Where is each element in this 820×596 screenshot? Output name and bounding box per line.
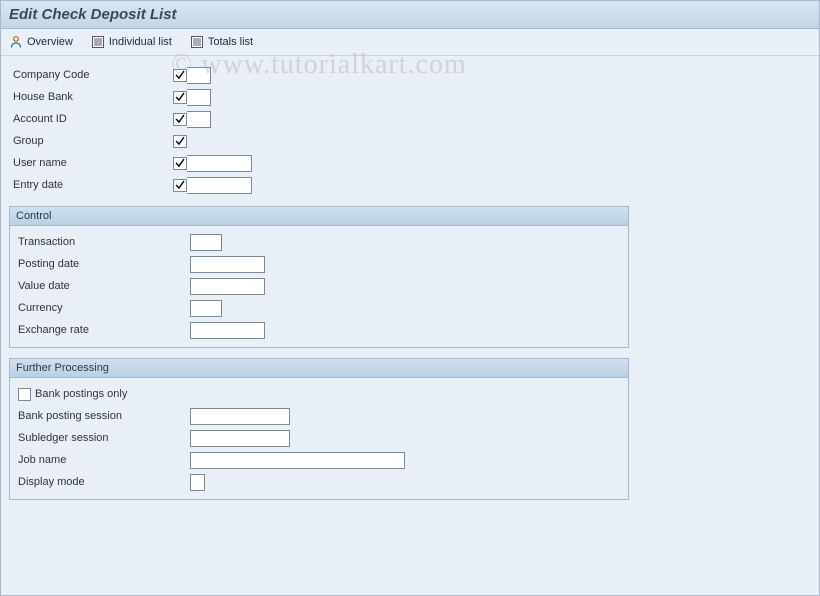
subledger-session-row: Subledger session [14,427,624,449]
bank-postings-only-row: Bank postings only [14,383,624,405]
group-label: Group [13,135,173,147]
exchange-rate-row: Exchange rate [14,319,624,341]
display-mode-input[interactable] [190,474,205,491]
bank-posting-session-label: Bank posting session [18,410,190,422]
posting-date-input[interactable] [190,256,265,273]
user-name-row: User name [9,152,811,174]
currency-input[interactable] [190,300,222,317]
page-title: Edit Check Deposit List [9,6,177,23]
title-bar: Edit Check Deposit List [1,1,819,29]
transaction-input[interactable] [190,234,222,251]
display-mode-row: Display mode [14,471,624,493]
control-group: Control Transaction Posting date Value d… [9,206,629,348]
company-code-input[interactable] [187,67,211,84]
exchange-rate-label: Exchange rate [18,324,190,336]
individual-list-button[interactable]: Individual list [91,35,172,49]
bank-postings-only-label: Bank postings only [35,388,127,400]
account-id-input[interactable] [187,111,211,128]
house-bank-row: House Bank [9,86,811,108]
overview-label: Overview [27,36,73,48]
display-mode-label: Display mode [18,476,190,488]
person-icon [9,35,23,49]
entry-date-row: Entry date [9,174,811,196]
account-id-row: Account ID [9,108,811,130]
company-code-checkbox[interactable] [173,69,187,82]
value-date-row: Value date [14,275,624,297]
overview-button[interactable]: Overview [9,35,73,49]
currency-row: Currency [14,297,624,319]
control-header: Control [10,207,628,226]
group-row: Group [9,130,811,152]
entry-date-label: Entry date [13,179,173,191]
posting-date-label: Posting date [18,258,190,270]
currency-label: Currency [18,302,190,314]
company-code-label: Company Code [13,69,173,81]
subledger-session-label: Subledger session [18,432,190,444]
individual-list-label: Individual list [109,36,172,48]
list-icon [91,35,105,49]
totals-list-button[interactable]: Totals list [190,35,253,49]
entry-date-input[interactable] [187,177,252,194]
entry-date-checkbox[interactable] [173,179,187,192]
further-processing-header: Further Processing [10,359,628,378]
posting-date-row: Posting date [14,253,624,275]
exchange-rate-input[interactable] [190,322,265,339]
content-area: Company Code House Bank Account ID Group… [1,56,819,508]
toolbar: Overview Individual list Totals list [1,29,819,56]
user-name-input[interactable] [187,155,252,172]
account-id-label: Account ID [13,113,173,125]
user-name-checkbox[interactable] [173,157,187,170]
house-bank-checkbox[interactable] [173,91,187,104]
transaction-label: Transaction [18,236,190,248]
list-icon [190,35,204,49]
house-bank-label: House Bank [13,91,173,103]
house-bank-input[interactable] [187,89,211,106]
job-name-label: Job name [18,454,190,466]
bank-postings-only-checkbox[interactable] [18,388,31,401]
totals-list-label: Totals list [208,36,253,48]
value-date-input[interactable] [190,278,265,295]
further-processing-group: Further Processing Bank postings only Ba… [9,358,629,500]
group-checkbox[interactable] [173,135,187,148]
company-code-row: Company Code [9,64,811,86]
value-date-label: Value date [18,280,190,292]
subledger-session-input[interactable] [190,430,290,447]
bank-posting-session-row: Bank posting session [14,405,624,427]
job-name-row: Job name [14,449,624,471]
transaction-row: Transaction [14,231,624,253]
user-name-label: User name [13,157,173,169]
account-id-checkbox[interactable] [173,113,187,126]
bank-posting-session-input[interactable] [190,408,290,425]
job-name-input[interactable] [190,452,405,469]
